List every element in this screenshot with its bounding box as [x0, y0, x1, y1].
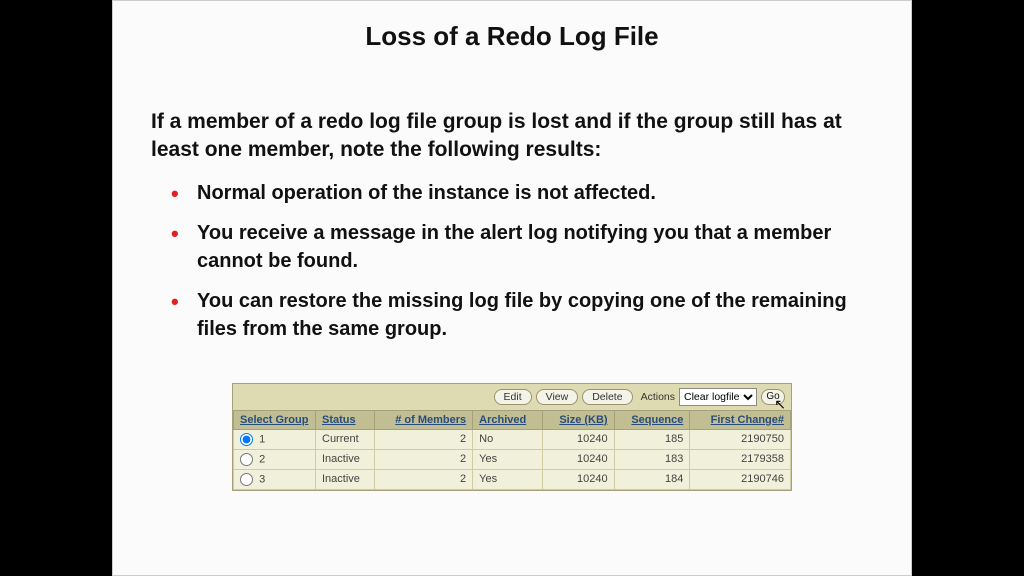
cell-archived: Yes — [473, 449, 543, 469]
slide: Loss of a Redo Log File If a member of a… — [112, 0, 912, 576]
bullet-item: You receive a message in the alert log n… — [171, 219, 873, 275]
redo-log-table: Select Group Status # of Members Archive… — [233, 410, 791, 490]
col-first-change[interactable]: First Change# — [690, 410, 791, 429]
table-row: 2 Inactive 2 Yes 10240 183 2179358 — [234, 449, 791, 469]
table-row: 3 Inactive 2 Yes 10240 184 2190746 — [234, 469, 791, 489]
col-members[interactable]: # of Members — [375, 410, 473, 429]
go-button[interactable]: Go ↖ — [761, 389, 785, 405]
view-button[interactable]: View — [536, 389, 579, 405]
row-select-radio[interactable] — [240, 433, 253, 446]
intro-text: If a member of a redo log file group is … — [151, 108, 873, 165]
group-link[interactable]: 2 — [259, 453, 265, 465]
cell-archived: No — [473, 429, 543, 449]
cell-status: Inactive — [316, 469, 375, 489]
cell-sequence: 183 — [614, 449, 690, 469]
actions-select[interactable]: Clear logfile — [679, 388, 757, 406]
group-link[interactable]: 3 — [259, 473, 265, 485]
cell-first-change: 2190750 — [690, 429, 791, 449]
group-link[interactable]: 1 — [259, 433, 265, 445]
cell-members: 2 — [375, 469, 473, 489]
go-button-label: Go — [766, 391, 779, 402]
col-status[interactable]: Status — [316, 410, 375, 429]
cell-size: 10240 — [543, 449, 614, 469]
cell-members: 2 — [375, 449, 473, 469]
col-sequence[interactable]: Sequence — [614, 410, 690, 429]
bullet-item: Normal operation of the instance is not … — [171, 179, 873, 207]
cell-size: 10240 — [543, 469, 614, 489]
row-select-radio[interactable] — [240, 473, 253, 486]
cell-sequence: 184 — [614, 469, 690, 489]
row-select-radio[interactable] — [240, 453, 253, 466]
col-select[interactable]: Select Group — [234, 410, 316, 429]
cell-members: 2 — [375, 429, 473, 449]
cell-first-change: 2190746 — [690, 469, 791, 489]
col-size[interactable]: Size (KB) — [543, 410, 614, 429]
table-header-row: Select Group Status # of Members Archive… — [234, 410, 791, 429]
cell-archived: Yes — [473, 469, 543, 489]
cell-size: 10240 — [543, 429, 614, 449]
col-archived[interactable]: Archived — [473, 410, 543, 429]
table-row: 1 Current 2 No 10240 185 2190750 — [234, 429, 791, 449]
cell-status: Inactive — [316, 449, 375, 469]
actions-label: Actions — [641, 391, 675, 403]
bullet-list: Normal operation of the instance is not … — [151, 179, 873, 355]
cell-sequence: 185 — [614, 429, 690, 449]
slide-title: Loss of a Redo Log File — [151, 21, 873, 52]
redo-log-groups-panel: Edit View Delete Actions Clear logfile G… — [232, 383, 792, 491]
bullet-item: You can restore the missing log file by … — [171, 287, 873, 343]
panel-toolbar: Edit View Delete Actions Clear logfile G… — [233, 384, 791, 410]
cell-first-change: 2179358 — [690, 449, 791, 469]
cell-status: Current — [316, 429, 375, 449]
edit-button[interactable]: Edit — [494, 389, 532, 405]
delete-button[interactable]: Delete — [582, 389, 632, 405]
